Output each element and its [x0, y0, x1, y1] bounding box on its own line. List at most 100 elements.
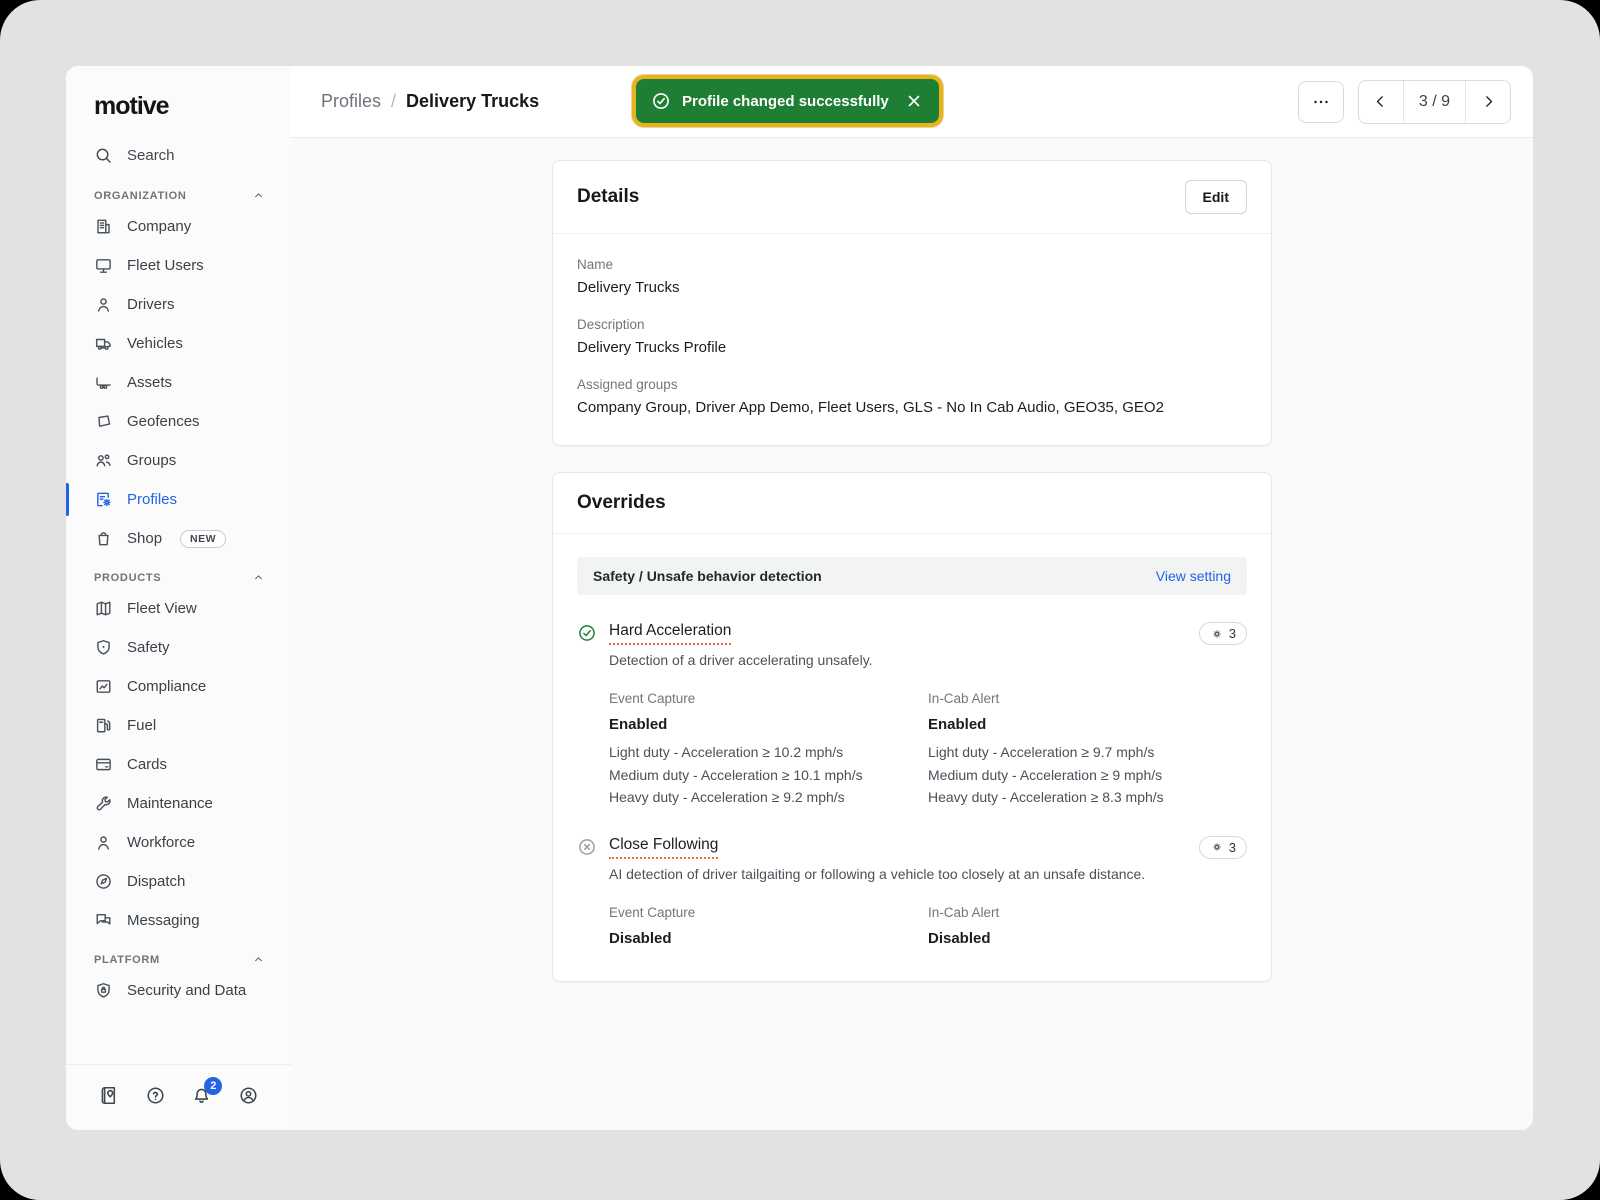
override-column-in-cab-alert: In-Cab Alert Enabled Light duty - Accele… — [928, 691, 1247, 809]
column-label: In-Cab Alert — [928, 905, 1247, 920]
main-content: Details Edit Name Delivery Trucks Descri… — [291, 138, 1533, 1130]
sidebar-item-security-and-data[interactable]: Security and Data — [66, 971, 291, 1010]
toast-close-button[interactable] — [904, 91, 924, 111]
sidebar-item-shop[interactable]: Shop NEW — [66, 519, 291, 558]
sidebar-item-messaging[interactable]: Messaging — [66, 901, 291, 940]
sidebar-item-fleet-view[interactable]: Fleet View — [66, 589, 291, 628]
directory-button[interactable] — [98, 1085, 119, 1106]
override-settings-count: 3 — [1229, 840, 1236, 855]
override-settings-count-badge[interactable]: 3 — [1199, 622, 1247, 645]
sidebar-item-label: Messaging — [127, 912, 200, 929]
sidebar-footer: 2 — [66, 1064, 291, 1130]
column-value: Disabled — [928, 930, 1247, 947]
shield-icon — [94, 638, 113, 657]
override-section-header: Safety / Unsafe behavior detection View … — [577, 557, 1247, 595]
sidebar-item-dispatch[interactable]: Dispatch — [66, 862, 291, 901]
field-value: Delivery Trucks — [577, 279, 1247, 296]
section-label: ORGANIZATION — [94, 190, 187, 202]
more-options-button[interactable] — [1298, 81, 1344, 123]
profile-pagination: 3 / 9 — [1358, 80, 1511, 124]
search-button[interactable]: Search — [66, 135, 291, 176]
section-header-platform[interactable]: PLATFORM — [66, 940, 291, 971]
sidebar-item-label: Security and Data — [127, 982, 246, 999]
column-label: Event Capture — [609, 905, 928, 920]
sidebar-item-label: Vehicles — [127, 335, 183, 352]
check-circle-icon — [577, 623, 597, 643]
next-profile-button[interactable] — [1466, 81, 1510, 123]
truck-icon — [94, 334, 113, 353]
override-hard-acceleration: Hard Acceleration 3 Detection of a drive… — [577, 622, 1247, 809]
sidebar-item-compliance[interactable]: Compliance — [66, 667, 291, 706]
close-icon — [904, 91, 924, 111]
sidebar-item-drivers[interactable]: Drivers — [66, 285, 291, 324]
more-options-icon — [1311, 92, 1331, 112]
sidebar-item-maintenance[interactable]: Maintenance — [66, 784, 291, 823]
notifications-button[interactable]: 2 — [191, 1085, 212, 1106]
gear-icon — [1210, 840, 1224, 854]
threshold-line: Medium duty - Acceleration ≥ 10.1 mph/s — [609, 764, 928, 787]
section-header-products[interactable]: PRODUCTS — [66, 558, 291, 589]
sidebar-item-geofences[interactable]: Geofences — [66, 402, 291, 441]
sidebar-item-label: Company — [127, 218, 191, 235]
previous-profile-button[interactable] — [1359, 81, 1403, 123]
motive-logo: motive — [66, 66, 291, 135]
sidebar-item-label: Dispatch — [127, 873, 185, 890]
sidebar-item-groups[interactable]: Groups — [66, 441, 291, 480]
override-settings-count-badge[interactable]: 3 — [1199, 836, 1247, 859]
breadcrumb-separator: / — [391, 91, 396, 112]
notification-count-badge: 2 — [204, 1077, 222, 1095]
person-icon — [94, 833, 113, 852]
wrench-icon — [94, 794, 113, 813]
chevron-left-icon — [1372, 93, 1389, 110]
sidebar-item-fleet-users[interactable]: Fleet Users — [66, 246, 291, 285]
breadcrumb-profiles-link[interactable]: Profiles — [321, 91, 381, 112]
column-label: In-Cab Alert — [928, 691, 1247, 706]
override-close-following: Close Following 3 AI detection of driver… — [577, 836, 1247, 955]
column-value: Disabled — [609, 930, 928, 947]
override-column-event-capture: Event Capture Disabled — [609, 905, 928, 955]
sidebar-item-label: Shop — [127, 530, 162, 547]
map-book-icon — [98, 1085, 119, 1106]
pagination-label: 3 / 9 — [1403, 81, 1466, 123]
toast-message: Profile changed successfully — [682, 93, 889, 110]
chevron-up-icon — [252, 189, 265, 202]
sidebar-item-vehicles[interactable]: Vehicles — [66, 324, 291, 363]
sidebar-item-safety[interactable]: Safety — [66, 628, 291, 667]
search-label: Search — [127, 147, 175, 164]
field-description: Description Delivery Trucks Profile — [577, 317, 1247, 356]
section-label: PRODUCTS — [94, 572, 161, 584]
section-header-organization[interactable]: ORGANIZATION — [66, 176, 291, 207]
override-settings-count: 3 — [1229, 626, 1236, 641]
sidebar: motive Search ORGANIZATION Company Fleet… — [66, 66, 292, 1130]
sidebar-item-label: Drivers — [127, 296, 175, 313]
sidebar-item-workforce[interactable]: Workforce — [66, 823, 291, 862]
details-card: Details Edit Name Delivery Trucks Descri… — [552, 160, 1272, 446]
section-label: PLATFORM — [94, 954, 160, 966]
sidebar-item-assets[interactable]: Assets — [66, 363, 291, 402]
chevron-up-icon — [252, 571, 265, 584]
trailer-icon — [94, 373, 113, 392]
override-column-in-cab-alert: In-Cab Alert Disabled — [928, 905, 1247, 955]
edit-button[interactable]: Edit — [1185, 180, 1247, 214]
column-value: Enabled — [928, 716, 1247, 733]
sidebar-item-company[interactable]: Company — [66, 207, 291, 246]
account-button[interactable] — [238, 1085, 259, 1106]
sidebar-item-label: Profiles — [127, 491, 177, 508]
override-column-event-capture: Event Capture Enabled Light duty - Accel… — [609, 691, 928, 809]
threshold-line: Light duty - Acceleration ≥ 10.2 mph/s — [609, 741, 928, 764]
sidebar-item-fuel[interactable]: Fuel — [66, 706, 291, 745]
polygon-icon — [94, 412, 113, 431]
sidebar-item-label: Geofences — [127, 413, 200, 430]
sidebar-item-cards[interactable]: Cards — [66, 745, 291, 784]
override-title[interactable]: Close Following — [609, 836, 718, 859]
override-title[interactable]: Hard Acceleration — [609, 622, 731, 645]
view-setting-link[interactable]: View setting — [1156, 568, 1231, 584]
sidebar-item-profiles[interactable]: Profiles — [66, 480, 291, 519]
person-icon — [94, 295, 113, 314]
fuel-pump-icon — [94, 716, 113, 735]
sidebar-item-label: Maintenance — [127, 795, 213, 812]
overrides-card-title: Overrides — [577, 492, 666, 514]
chart-board-icon — [94, 677, 113, 696]
sidebar-item-label: Cards — [127, 756, 167, 773]
help-button[interactable] — [145, 1085, 166, 1106]
